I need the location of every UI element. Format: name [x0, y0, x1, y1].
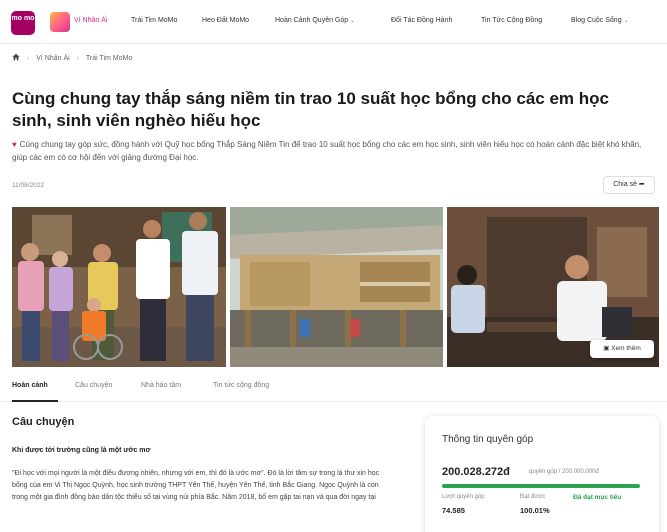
content-tabs: Hoàn cảnh Câu chuyện Nhà hảo tâm Tin tức… — [0, 372, 667, 402]
image-icon: ▣ — [603, 345, 610, 352]
vi-nhan-ai-icon — [50, 12, 70, 32]
breadcrumb-separator: › — [26, 55, 30, 62]
share-icon: ➦ — [638, 181, 645, 188]
nav-item-vi-nhan-ai[interactable]: Ví Nhân Ái — [74, 17, 107, 24]
donations-count-value: 74.585 — [442, 506, 465, 515]
top-navigation: mo mo Ví Nhân Ái Trái Tim MoMo Heo Đất M… — [0, 0, 667, 44]
breadcrumb: › Ví Nhân Ái › Trái Tim MoMo — [12, 53, 132, 63]
donation-progress-fill — [442, 484, 640, 488]
donation-card-title: Thông tin quyên góp — [442, 434, 534, 445]
donation-amount: 200.028.272đ — [442, 466, 510, 478]
momo-logo[interactable]: mo mo — [11, 11, 35, 35]
story-subheading: Khi được tới trường cũng là một ước mơ — [12, 447, 151, 454]
nav-item-blog-cuoc-song[interactable]: Blog Cuộc Sống ⌄ — [571, 17, 629, 24]
view-more-label: Xem thêm — [611, 345, 641, 352]
share-label: Chia sẻ — [613, 181, 637, 188]
article-description: ♥ Cùng chung tay góp sức, đồng hành với Q… — [12, 138, 642, 164]
nav-item-heo-dat-momo[interactable]: Heo Đất MoMo — [202, 17, 249, 24]
tab-tin-tuc-cong-dong[interactable]: Tin tức cộng đồng — [213, 382, 269, 389]
view-more-photos-button[interactable]: ▣ Xem thêm — [590, 340, 654, 358]
tab-cau-chuyen[interactable]: Câu chuyện — [75, 382, 112, 389]
reached-label: Đạt được — [520, 494, 546, 500]
chevron-down-icon: ⌄ — [350, 18, 356, 24]
breadcrumb-vi-nhan-ai[interactable]: Ví Nhân Ái — [36, 55, 69, 62]
photo-family[interactable] — [12, 207, 226, 367]
post-date: 11/08/2022 — [12, 182, 45, 189]
story-paragraph: "Đi học với mọi người là một điều đương … — [12, 470, 380, 501]
nav-item-doi-tac-dong-hanh[interactable]: Đối Tác Đồng Hành — [391, 17, 452, 24]
home-icon[interactable] — [12, 53, 20, 63]
heart-icon: ♥ — [12, 140, 17, 149]
goal-reached-status: Đã đạt mục tiêu — [573, 494, 622, 501]
tab-nha-hao-tam[interactable]: Nhà hảo tâm — [141, 382, 181, 389]
donation-progress-bar — [442, 484, 640, 488]
reached-value: 100.01% — [520, 506, 550, 515]
donation-goal: quyên góp / 200.000.000đ — [529, 469, 599, 475]
active-tab-indicator — [12, 400, 58, 402]
nav-item-label: Hoàn Cảnh Quyên Góp — [275, 17, 349, 24]
nav-item-tin-tuc-cong-dong[interactable]: Tin Tức Cộng Đồng — [481, 17, 542, 24]
donations-count-label: Lượt quyên góp — [442, 494, 485, 500]
share-button[interactable]: Chia sẻ ➦ — [603, 176, 655, 194]
breadcrumb-separator: › — [76, 55, 80, 62]
nav-item-label: Blog Cuộc Sống — [571, 17, 622, 24]
photo-stilt-house[interactable] — [230, 207, 443, 367]
nav-item-trai-tim-momo[interactable]: Trái Tim MoMo — [131, 17, 177, 24]
tab-hoan-canh[interactable]: Hoàn cảnh — [12, 382, 48, 389]
breadcrumb-trai-tim-momo[interactable]: Trái Tim MoMo — [86, 55, 132, 62]
story-heading: Câu chuyện — [12, 416, 75, 428]
chevron-down-icon: ⌄ — [623, 18, 629, 24]
description-text: Cùng chung tay góp sức, đồng hành với Qu… — [12, 140, 642, 162]
donation-info-card: Thông tin quyên góp 200.028.272đ quyên g… — [425, 416, 659, 532]
nav-item-hoan-canh-quyen-gop[interactable]: Hoàn Cảnh Quyên Góp ⌄ — [275, 17, 355, 24]
page-title: Cùng chung tay thắp sáng niềm tin trao 1… — [12, 89, 609, 130]
